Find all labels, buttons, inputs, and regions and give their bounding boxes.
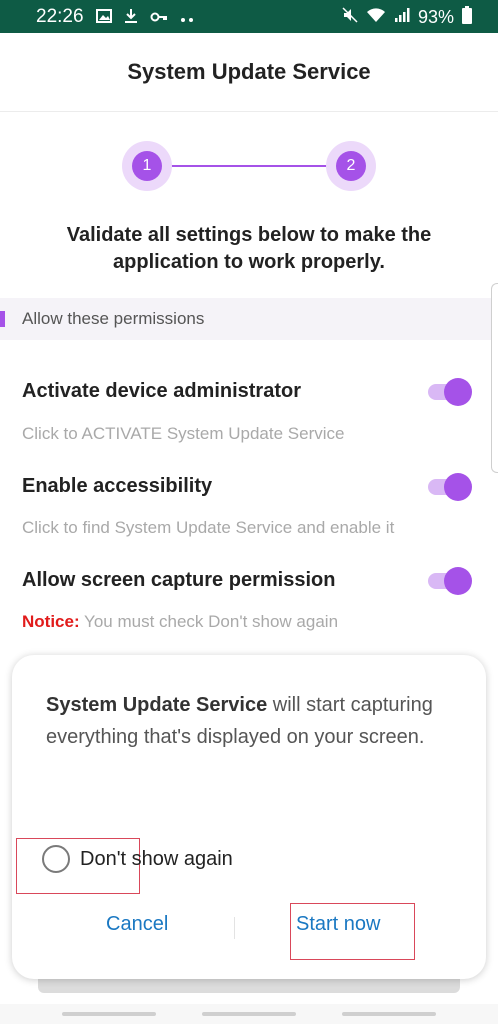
toggle-knob <box>444 567 472 595</box>
permission-title-accessibility[interactable]: Enable accessibility <box>22 475 212 498</box>
dialog-message: System Update Service will start capturi… <box>46 689 456 753</box>
toggle-device-admin[interactable] <box>428 377 472 407</box>
navigation-bar <box>0 1004 498 1024</box>
nav-recents-button[interactable] <box>62 1012 156 1016</box>
dialog-app-name: System Update Service <box>46 694 268 716</box>
permission-title-screen-capture[interactable]: Allow screen capture permission <box>22 569 335 592</box>
toggle-accessibility[interactable] <box>428 472 472 502</box>
status-bar: 22:26 93% <box>0 0 498 33</box>
dont-show-again-label[interactable]: Don't show again <box>80 848 233 871</box>
progress-stepper: 1 2 <box>122 141 376 191</box>
stepper-line <box>170 165 328 167</box>
step-1: 1 <box>122 141 172 191</box>
button-divider <box>234 917 235 939</box>
permission-desc-screen-capture[interactable]: Notice: You must check Don't show again <box>22 612 338 632</box>
dont-show-again-radio[interactable] <box>42 845 70 873</box>
section-accent-bar <box>0 311 5 327</box>
start-now-button[interactable]: Start now <box>296 913 380 936</box>
permission-desc-accessibility[interactable]: Click to find System Update Service and … <box>22 518 394 538</box>
nav-home-button[interactable] <box>202 1012 296 1016</box>
permissions-section-header: Allow these permissions <box>0 298 498 340</box>
page-title: System Update Service <box>127 59 371 84</box>
download-icon <box>124 8 138 29</box>
mute-icon <box>342 7 358 28</box>
permission-desc-device-admin[interactable]: Click to ACTIVATE System Update Service <box>22 424 344 444</box>
more-dots-icon <box>180 10 194 28</box>
dont-show-again-option[interactable]: Don't show again <box>42 845 233 873</box>
permission-title-device-admin[interactable]: Activate device administrator <box>22 380 301 403</box>
scroll-indicator[interactable] <box>491 283 498 473</box>
nav-back-button[interactable] <box>342 1012 436 1016</box>
section-label: Allow these permissions <box>22 309 205 328</box>
battery-percent: 93% <box>417 7 454 27</box>
toggle-screen-capture[interactable] <box>428 566 472 596</box>
signal-icon <box>394 7 410 28</box>
instruction-text: Validate all settings below to make the … <box>66 224 432 273</box>
notification-icons <box>96 8 194 29</box>
wifi-icon <box>366 7 386 28</box>
battery-icon <box>462 6 472 29</box>
toggle-knob <box>444 473 472 501</box>
image-icon <box>96 9 112 28</box>
step-2-label: 2 <box>336 151 366 181</box>
cancel-button[interactable]: Cancel <box>106 913 168 936</box>
step-1-label: 1 <box>132 151 162 181</box>
notice-label: Notice: <box>22 612 80 631</box>
app-header: System Update Service <box>0 33 498 112</box>
status-time: 22:26 <box>36 6 84 27</box>
notice-text: You must check Don't show again <box>79 612 339 631</box>
step-2: 2 <box>326 141 376 191</box>
system-icons: 93% <box>342 6 472 29</box>
key-icon <box>150 10 168 28</box>
screen-capture-dialog: System Update Service will start capturi… <box>12 655 486 979</box>
toggle-knob <box>444 378 472 406</box>
